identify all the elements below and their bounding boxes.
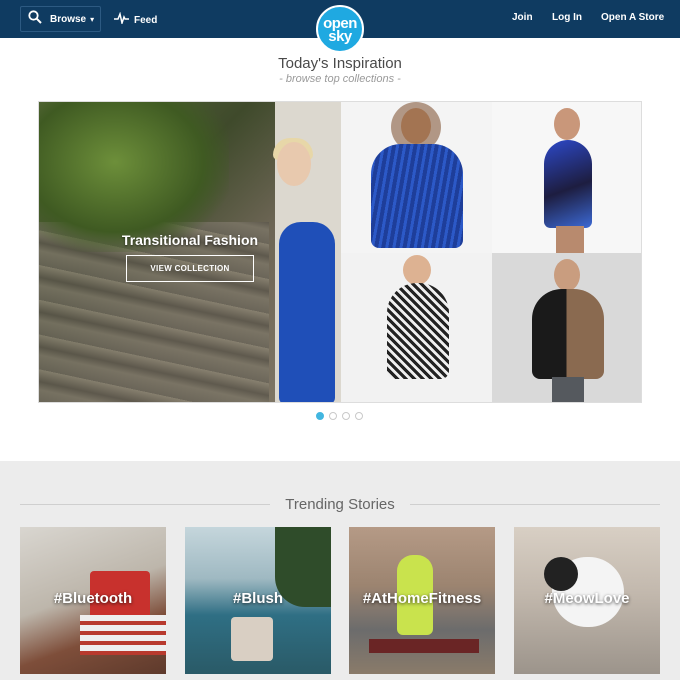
story-card-bluetooth[interactable]: #Bluetooth xyxy=(20,527,166,674)
story-tag: #MeowLove xyxy=(544,590,630,607)
product-tile-sweater[interactable] xyxy=(492,253,641,402)
trending-section: Trending Stories #Bluetooth #Blush #AtHo… xyxy=(0,461,680,680)
yoga-mat xyxy=(369,639,479,653)
hero-title: Transitional Fashion xyxy=(121,232,259,248)
striped-blouse xyxy=(371,144,463,248)
model-face xyxy=(403,255,431,285)
blue-dress xyxy=(279,222,335,402)
patterned-dress xyxy=(387,283,449,379)
model-head xyxy=(277,142,311,186)
product-tile-patterned-dress[interactable] xyxy=(341,253,492,402)
model-face xyxy=(554,259,580,291)
story-tag: #Bluetooth xyxy=(53,590,133,607)
model-face xyxy=(554,108,580,140)
print-dress xyxy=(544,140,592,228)
inspiration-title: Today's Inspiration xyxy=(278,55,402,72)
search-icon xyxy=(28,9,42,29)
opensky-logo[interactable]: open sky xyxy=(316,5,364,53)
hero-image[interactable]: Transitional Fashion VIEW COLLECTION xyxy=(39,102,341,402)
login-link[interactable]: Log In xyxy=(552,12,582,23)
carousel-dot[interactable] xyxy=(316,412,324,420)
colorblock-sweater xyxy=(532,289,604,379)
carousel-dot[interactable] xyxy=(329,412,337,420)
book-stack xyxy=(80,615,166,655)
collection-carousel: Transitional Fashion VIEW COLLECTION xyxy=(38,101,642,403)
foliage xyxy=(39,102,229,252)
chevron-down-icon: ▾ xyxy=(90,14,95,24)
story-tag: #Blush xyxy=(232,590,283,607)
product-tile-print-dress[interactable] xyxy=(492,102,641,253)
join-link[interactable]: Join xyxy=(512,12,533,23)
feed-label: Feed xyxy=(134,14,158,26)
cat-head xyxy=(544,557,578,591)
browse-label: Browse xyxy=(50,13,87,25)
view-collection-button[interactable]: VIEW COLLECTION xyxy=(126,255,254,282)
inspiration-subtitle: - browse top collections - xyxy=(279,73,401,85)
pulse-icon xyxy=(114,11,129,29)
carousel-dot[interactable] xyxy=(342,412,350,420)
tote-bag xyxy=(231,617,273,661)
carousel-dot[interactable] xyxy=(355,412,363,420)
model-legs xyxy=(552,377,584,402)
carousel-dots xyxy=(316,412,363,420)
story-card-meowlove[interactable]: #MeowLove xyxy=(514,527,660,674)
open-store-link[interactable]: Open A Store xyxy=(601,12,664,23)
model-legs xyxy=(556,226,584,253)
story-card-blush[interactable]: #Blush xyxy=(185,527,331,674)
product-tile-blouse[interactable] xyxy=(341,102,492,253)
divider xyxy=(410,504,660,505)
story-tag: #AtHomeFitness xyxy=(362,590,482,607)
feed-link[interactable]: Feed xyxy=(114,11,157,29)
story-card-athomefitness[interactable]: #AtHomeFitness xyxy=(349,527,495,674)
browse-button[interactable]: Browse ▾ xyxy=(20,6,101,32)
